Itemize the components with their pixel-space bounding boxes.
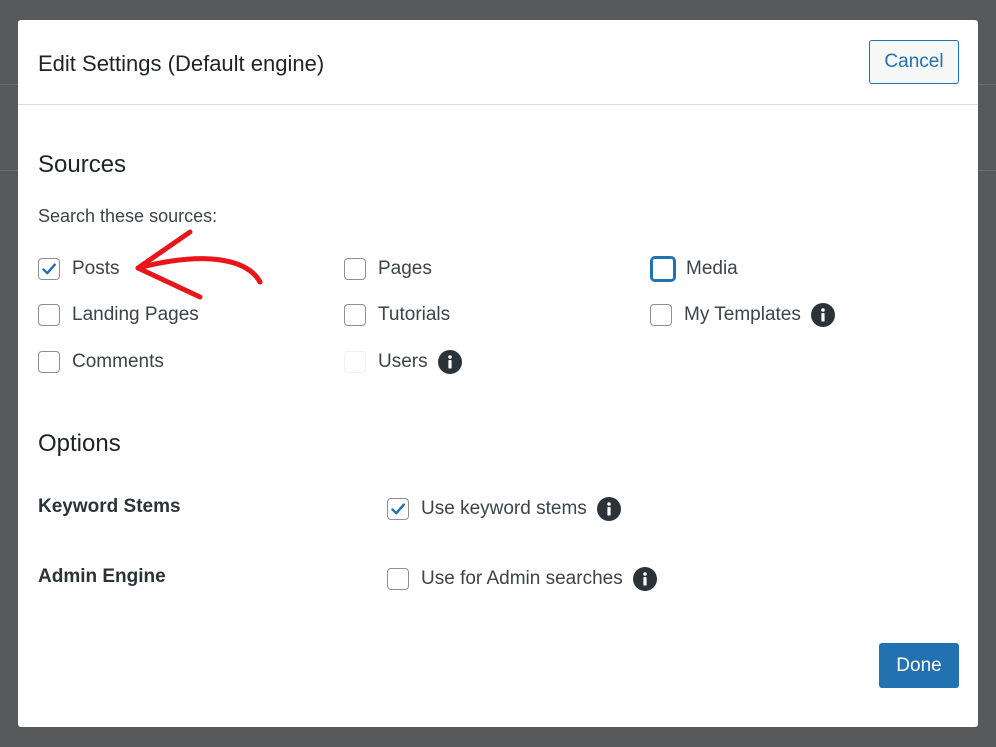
checkmark-icon — [391, 503, 405, 515]
keyword-stems-label: Keyword Stems — [38, 496, 181, 517]
sources-heading: Sources — [38, 151, 127, 178]
source-landing-pages[interactable]: Landing Pages — [38, 302, 199, 328]
modal-title: Edit Settings (Default engine) — [38, 51, 325, 76]
source-my-templates[interactable]: My Templates — [650, 302, 835, 328]
keyword-stems-checkbox-label: Use keyword stems — [421, 498, 587, 519]
source-posts[interactable]: Posts — [38, 256, 120, 282]
cancel-button[interactable]: Cancel — [869, 40, 959, 84]
tutorials-label: Tutorials — [378, 304, 451, 325]
done-button[interactable]: Done — [879, 643, 959, 688]
comments-label: Comments — [72, 351, 164, 372]
media-checkbox[interactable] — [650, 256, 676, 282]
pages-checkbox[interactable] — [344, 258, 366, 280]
users-checkbox[interactable] — [344, 351, 366, 373]
posts-label: Posts — [72, 258, 120, 279]
info-icon[interactable] — [632, 567, 657, 591]
admin-searches-checkbox-label: Use for Admin searches — [421, 568, 623, 589]
admin-engine-option[interactable]: Use for Admin searches — [387, 566, 657, 592]
info-icon[interactable] — [596, 497, 621, 521]
pages-label: Pages — [378, 258, 432, 279]
source-comments[interactable]: Comments — [38, 349, 164, 375]
landing-pages-checkbox[interactable] — [38, 304, 60, 326]
edit-settings-modal: Edit Settings (Default engine) Cancel So… — [18, 20, 978, 727]
keyword-stems-checkbox[interactable] — [387, 498, 409, 520]
landing-pages-label: Landing Pages — [72, 304, 199, 325]
my-templates-checkbox[interactable] — [650, 304, 672, 326]
admin-engine-label: Admin Engine — [38, 566, 166, 587]
modal-header: Edit Settings (Default engine) Cancel — [18, 20, 978, 105]
posts-checkbox[interactable] — [38, 258, 60, 280]
source-tutorials[interactable]: Tutorials — [344, 302, 450, 328]
source-media[interactable]: Media — [650, 256, 738, 282]
comments-checkbox[interactable] — [38, 351, 60, 373]
options-heading: Options — [38, 430, 121, 457]
users-label: Users — [378, 351, 428, 372]
keyword-stems-option[interactable]: Use keyword stems — [387, 496, 621, 522]
search-sources-label: Search these sources: — [38, 206, 218, 226]
my-templates-label: My Templates — [684, 304, 801, 325]
source-users[interactable]: Users — [344, 349, 462, 375]
info-icon[interactable] — [437, 350, 462, 374]
checkmark-icon — [42, 263, 56, 275]
source-pages[interactable]: Pages — [344, 256, 432, 282]
info-icon[interactable] — [810, 303, 835, 327]
tutorials-checkbox[interactable] — [344, 304, 366, 326]
media-label: Media — [686, 258, 738, 279]
admin-searches-checkbox[interactable] — [387, 568, 409, 590]
